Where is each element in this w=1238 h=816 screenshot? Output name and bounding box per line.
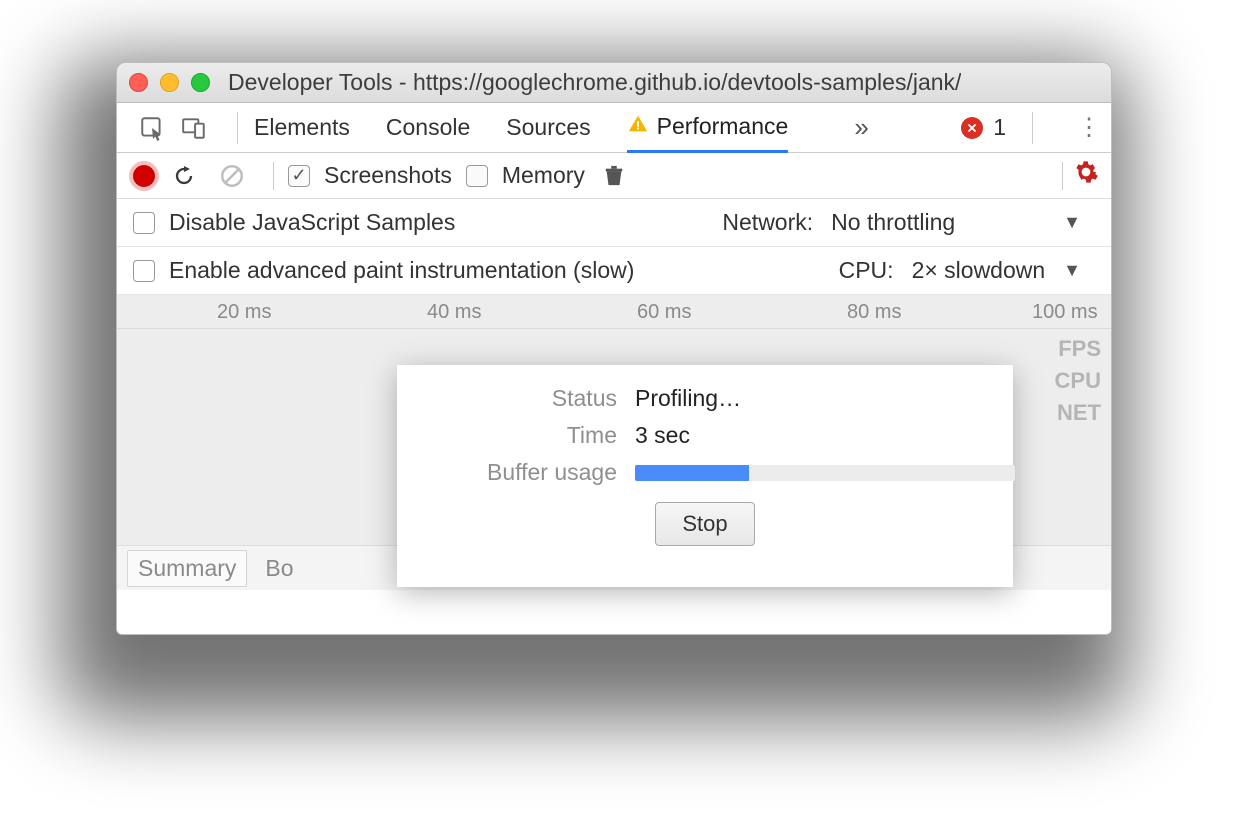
memory-label: Memory [502, 162, 585, 189]
errors-badge-icon[interactable] [961, 117, 983, 139]
dialog-buffer-key: Buffer usage [417, 459, 617, 486]
window-title: Developer Tools - https://googlechrome.g… [228, 69, 961, 96]
track-cpu-label: CPU [1055, 365, 1101, 397]
track-net-label: NET [1055, 397, 1101, 429]
track-fps-label: FPS [1055, 333, 1101, 365]
time-tick: 20 ms [217, 301, 271, 324]
record-button[interactable] [133, 165, 155, 187]
stop-button[interactable]: Stop [655, 502, 754, 546]
screenshots-label: Screenshots [324, 162, 452, 189]
close-icon[interactable] [129, 73, 148, 92]
warning-icon [627, 113, 649, 141]
device-toggle-icon[interactable] [179, 113, 209, 143]
advanced-paint-checkbox[interactable] [133, 260, 155, 282]
dialog-time-val: 3 sec [635, 422, 993, 449]
advanced-paint-label: Enable advanced paint instrumentation (s… [169, 257, 634, 284]
errors-count: 1 [993, 114, 1006, 141]
cpu-label: CPU: [839, 257, 894, 284]
network-label: Network: [722, 209, 813, 236]
clear-icon[interactable] [217, 161, 247, 191]
zoom-icon[interactable] [191, 73, 210, 92]
traffic-lights [129, 73, 210, 92]
settings-gear-icon[interactable] [1073, 159, 1099, 192]
performance-toolbar: Screenshots Memory [117, 153, 1111, 199]
window-titlebar: Developer Tools - https://googlechrome.g… [117, 63, 1111, 103]
dialog-status-key: Status [417, 385, 617, 412]
time-tick: 40 ms [427, 301, 481, 324]
more-menu-icon[interactable]: ⋮ [1077, 113, 1101, 142]
devtools-window: Developer Tools - https://googlechrome.g… [116, 62, 1112, 635]
chevron-down-icon[interactable]: ▼ [1063, 212, 1081, 233]
disable-js-label: Disable JavaScript Samples [169, 209, 455, 236]
tab-truncated[interactable]: Bo [265, 555, 293, 582]
time-tick: 100 ms [1032, 301, 1098, 324]
dialog-time-key: Time [417, 422, 617, 449]
tab-list: Elements Console Sources Performance » [254, 103, 869, 152]
inspect-icon[interactable] [137, 113, 167, 143]
tab-summary[interactable]: Summary [127, 550, 247, 587]
cpu-select[interactable]: 2× slowdown [912, 257, 1046, 284]
settings-row-1: Disable JavaScript Samples Network: No t… [117, 199, 1111, 247]
details-blank [117, 590, 1111, 634]
panel-tabs: Elements Console Sources Performance » 1… [117, 103, 1111, 153]
reload-icon[interactable] [169, 161, 199, 191]
tab-performance[interactable]: Performance [627, 104, 789, 153]
trash-icon[interactable] [599, 161, 629, 191]
time-tick: 60 ms [637, 301, 691, 324]
dialog-status-val: Profiling… [635, 385, 993, 412]
profiling-dialog: Status Profiling… Time 3 sec Buffer usag… [397, 365, 1013, 587]
settings-row-2: Enable advanced paint instrumentation (s… [117, 247, 1111, 295]
minimize-icon[interactable] [160, 73, 179, 92]
memory-checkbox[interactable] [466, 165, 488, 187]
buffer-progress-fill [635, 465, 749, 481]
tab-console[interactable]: Console [386, 103, 470, 152]
track-labels: FPS CPU NET [1055, 333, 1101, 429]
network-select[interactable]: No throttling [831, 209, 955, 236]
screenshots-checkbox[interactable] [288, 165, 310, 187]
buffer-progress [635, 465, 1015, 481]
disable-js-checkbox[interactable] [133, 212, 155, 234]
tabs-overflow-icon[interactable]: » [854, 112, 868, 143]
chevron-down-icon[interactable]: ▼ [1063, 260, 1081, 281]
time-tick: 80 ms [847, 301, 901, 324]
time-ruler: 20 ms 40 ms 60 ms 80 ms 100 ms [117, 295, 1111, 329]
tab-sources[interactable]: Sources [506, 103, 590, 152]
tab-elements[interactable]: Elements [254, 103, 350, 152]
